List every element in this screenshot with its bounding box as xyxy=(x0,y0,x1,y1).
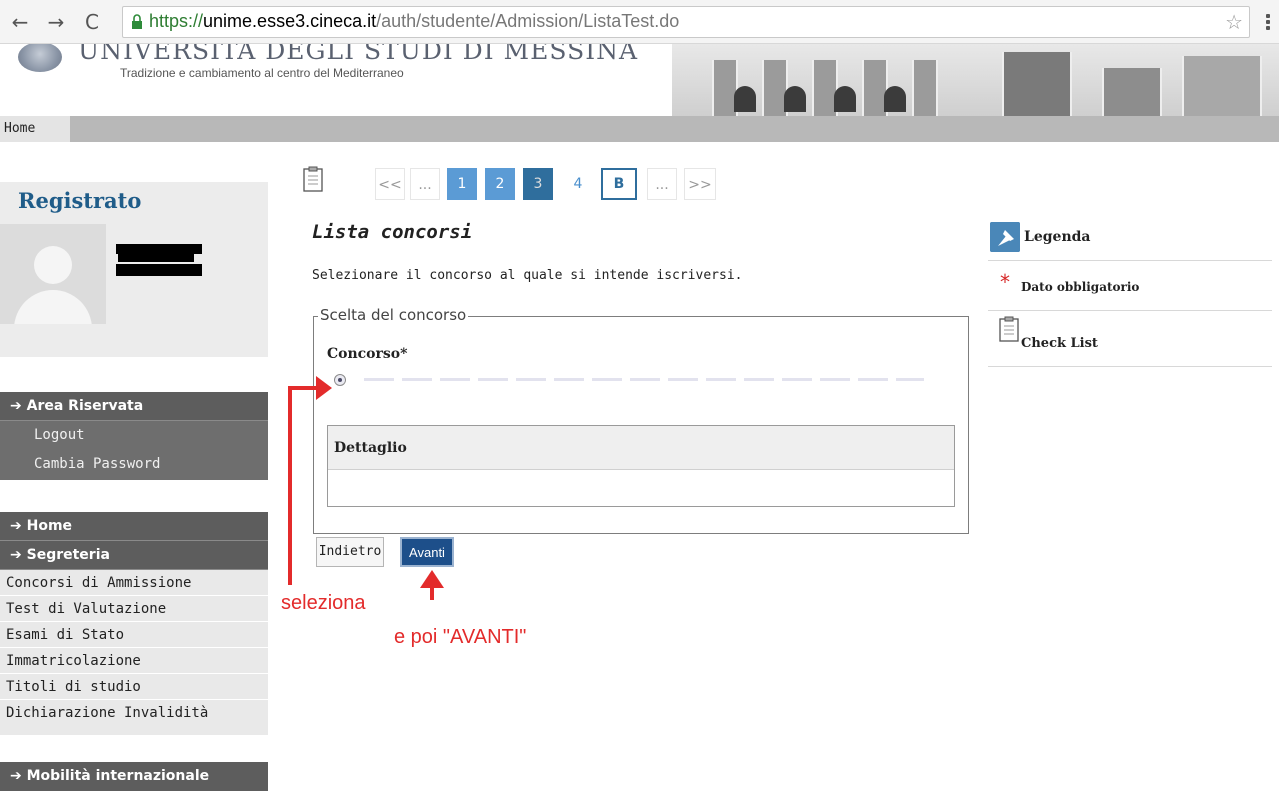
pagination-page-2[interactable]: 2 xyxy=(485,168,515,200)
menu-item-logout[interactable]: Logout xyxy=(0,421,268,450)
pagination-current-marker[interactable]: B xyxy=(601,168,637,200)
redacted-username xyxy=(116,244,202,254)
browser-toolbar: ← → C https://unime.esse3.cineca.it/auth… xyxy=(0,0,1279,44)
university-logo xyxy=(18,44,62,72)
user-status-title: Registrato xyxy=(18,188,142,213)
redacted-username xyxy=(116,264,202,276)
menu-item-immatricolazione[interactable]: Immatricolazione xyxy=(0,648,268,674)
annotation-select: seleziona xyxy=(281,592,366,614)
redacted-username xyxy=(118,254,194,262)
sidebar: Registrato ➔ Area Riservata Logout Cambi… xyxy=(0,142,268,791)
pagination-ellipsis-right: ... xyxy=(647,168,677,200)
menu-icon[interactable] xyxy=(1262,12,1274,32)
url-scheme: https:// xyxy=(149,11,204,31)
lock-icon xyxy=(132,14,142,29)
forward-arrow-icon[interactable]: → xyxy=(44,10,68,34)
pagination-last[interactable]: >> xyxy=(684,168,716,200)
legend-title: Legenda xyxy=(1024,229,1091,245)
menu-heading-area-riservata[interactable]: ➔ Area Riservata xyxy=(0,392,268,421)
back-arrow-icon[interactable]: ← xyxy=(8,10,32,34)
url-host: unime.esse3.cineca.it xyxy=(203,11,377,31)
annotation-then-next: e poi "AVANTI" xyxy=(394,626,527,648)
menu-heading-mobilita[interactable]: ➔ Mobilità internazionale xyxy=(0,762,268,791)
legend-panel: Legenda * Dato obbligatorio Check List xyxy=(988,220,1272,370)
menu-item-cambia-password[interactable]: Cambia Password xyxy=(0,450,268,479)
menu-item-esami-stato[interactable]: Esami di Stato xyxy=(0,622,268,648)
fieldset-legend: Scelta del concorso xyxy=(318,306,469,324)
menu-item-concorsi[interactable]: Concorsi di Ammissione xyxy=(0,570,268,596)
page-title: Lista concorsi xyxy=(312,221,473,243)
area-riservata-menu: ➔ Area Riservata Logout Cambia Password xyxy=(0,392,268,480)
clipboard-icon xyxy=(303,166,323,192)
address-bar[interactable]: https://unime.esse3.cineca.it/auth/stude… xyxy=(122,6,1250,38)
clipboard-icon xyxy=(999,316,1019,342)
nav-home-link[interactable]: Home xyxy=(0,116,70,142)
url-text: https://unime.esse3.cineca.it/auth/stude… xyxy=(149,11,679,32)
pagination-first[interactable]: << xyxy=(375,168,405,200)
pagination-page-1[interactable]: 1 xyxy=(447,168,477,200)
pagination-page-4[interactable]: 4 xyxy=(563,168,593,200)
header-building-image xyxy=(672,44,1279,116)
menu-item-test-valutazione[interactable]: Test di Valutazione xyxy=(0,596,268,622)
menu-item-dichiarazione-invalidita[interactable]: Dichiarazione Invalidità xyxy=(0,700,268,736)
university-name: UNIVERSITA DEGLI STUDI DI MESSINA xyxy=(78,44,639,65)
university-motto: Tradizione e cambiamento al centro del M… xyxy=(120,66,404,80)
required-star-icon: * xyxy=(1000,270,1010,294)
bookmark-star-icon[interactable]: ☆ xyxy=(1225,10,1243,34)
user-box: Registrato xyxy=(0,182,268,357)
top-nav-bar: Home xyxy=(0,116,1279,142)
legend-required-text: Dato obbligatorio xyxy=(1021,280,1140,294)
url-path: /auth/studente/Admission/ListaTest.do xyxy=(376,11,680,31)
legend-checklist-text[interactable]: Check List xyxy=(1021,336,1098,351)
menu-item-titoli-studio[interactable]: Titoli di studio xyxy=(0,674,268,700)
menu-heading-segreteria[interactable]: ➔ Segreteria xyxy=(0,541,268,570)
mobilita-menu: ➔ Mobilità internazionale xyxy=(0,762,268,791)
avatar xyxy=(0,224,106,324)
pagination-page-3[interactable]: 3 xyxy=(523,168,553,200)
site-header: UNIVERSITA DEGLI STUDI DI MESSINA Tradiz… xyxy=(0,44,1279,116)
main-menu: ➔ Home ➔ Segreteria Concorsi di Ammissio… xyxy=(0,512,268,736)
page-description: Selezionare il concorso al quale si inte… xyxy=(312,268,743,283)
annotation-arrows xyxy=(288,376,444,600)
reload-icon[interactable]: C xyxy=(80,10,104,34)
pin-icon xyxy=(990,222,1020,252)
menu-heading-home[interactable]: ➔ Home xyxy=(0,512,268,541)
pagination-ellipsis-left: ... xyxy=(410,168,440,200)
